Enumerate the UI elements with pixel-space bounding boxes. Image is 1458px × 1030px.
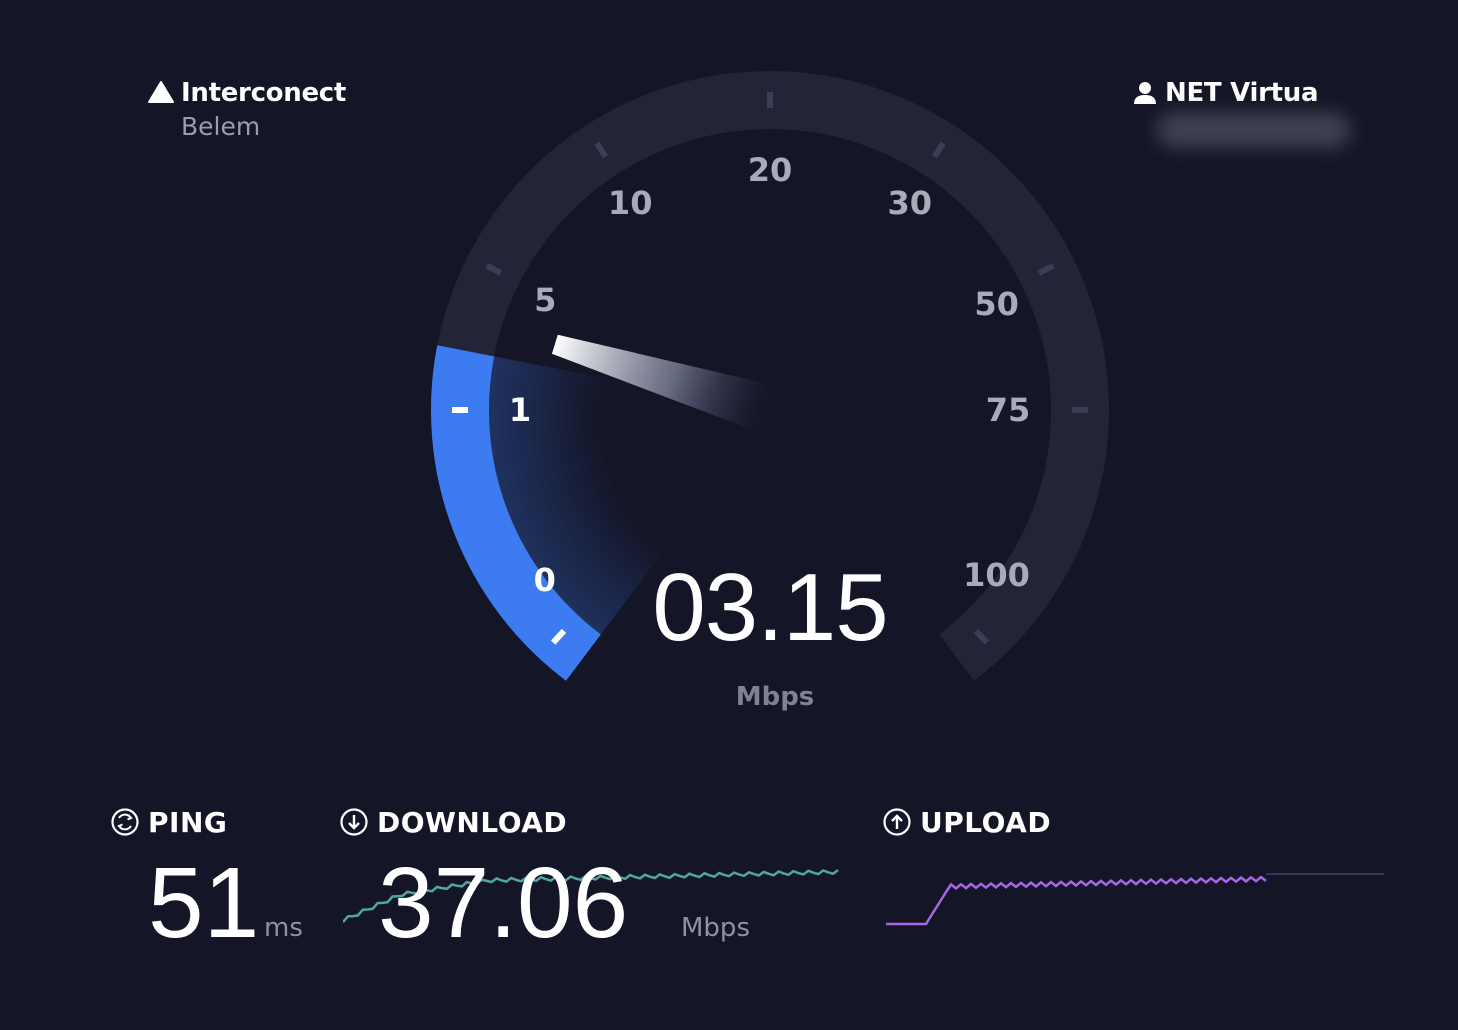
scale-label-5: 5	[534, 281, 557, 320]
scale-label-20: 20	[747, 151, 793, 189]
upload-title: UPLOAD	[920, 805, 1052, 839]
download-title: DOWNLOAD	[377, 805, 568, 839]
speedtest-screen: Interconect Belem NET Virtua 0 1 5 10 20…	[0, 0, 1458, 1030]
ping-unit: ms	[264, 913, 303, 943]
upload-graph	[886, 873, 1384, 926]
current-speed-unit: Mbps	[735, 682, 815, 712]
scale-label-0: 0	[533, 560, 556, 599]
scale-label-100: 100	[963, 555, 1030, 594]
ping-metric: PING	[110, 804, 227, 840]
scale-label-10: 10	[607, 183, 653, 222]
upload-metric: UPLOAD	[882, 804, 1051, 840]
upload-graph-line	[886, 875, 1267, 926]
scale-label-75: 75	[985, 391, 1031, 429]
ping-value: 51	[148, 847, 260, 959]
current-speed-value: 03.15	[652, 554, 888, 661]
scale-label-1: 1	[508, 391, 532, 429]
download-arrow-icon	[339, 807, 369, 837]
scale-label-50: 50	[974, 285, 1019, 324]
download-value: 37.06	[378, 847, 629, 959]
download-unit: Mbps	[681, 913, 750, 943]
ping-title: PING	[148, 805, 228, 839]
download-metric: DOWNLOAD	[339, 804, 567, 840]
ping-icon	[110, 807, 140, 837]
scale-label-30: 30	[887, 183, 933, 222]
upload-arrow-icon	[882, 807, 912, 837]
